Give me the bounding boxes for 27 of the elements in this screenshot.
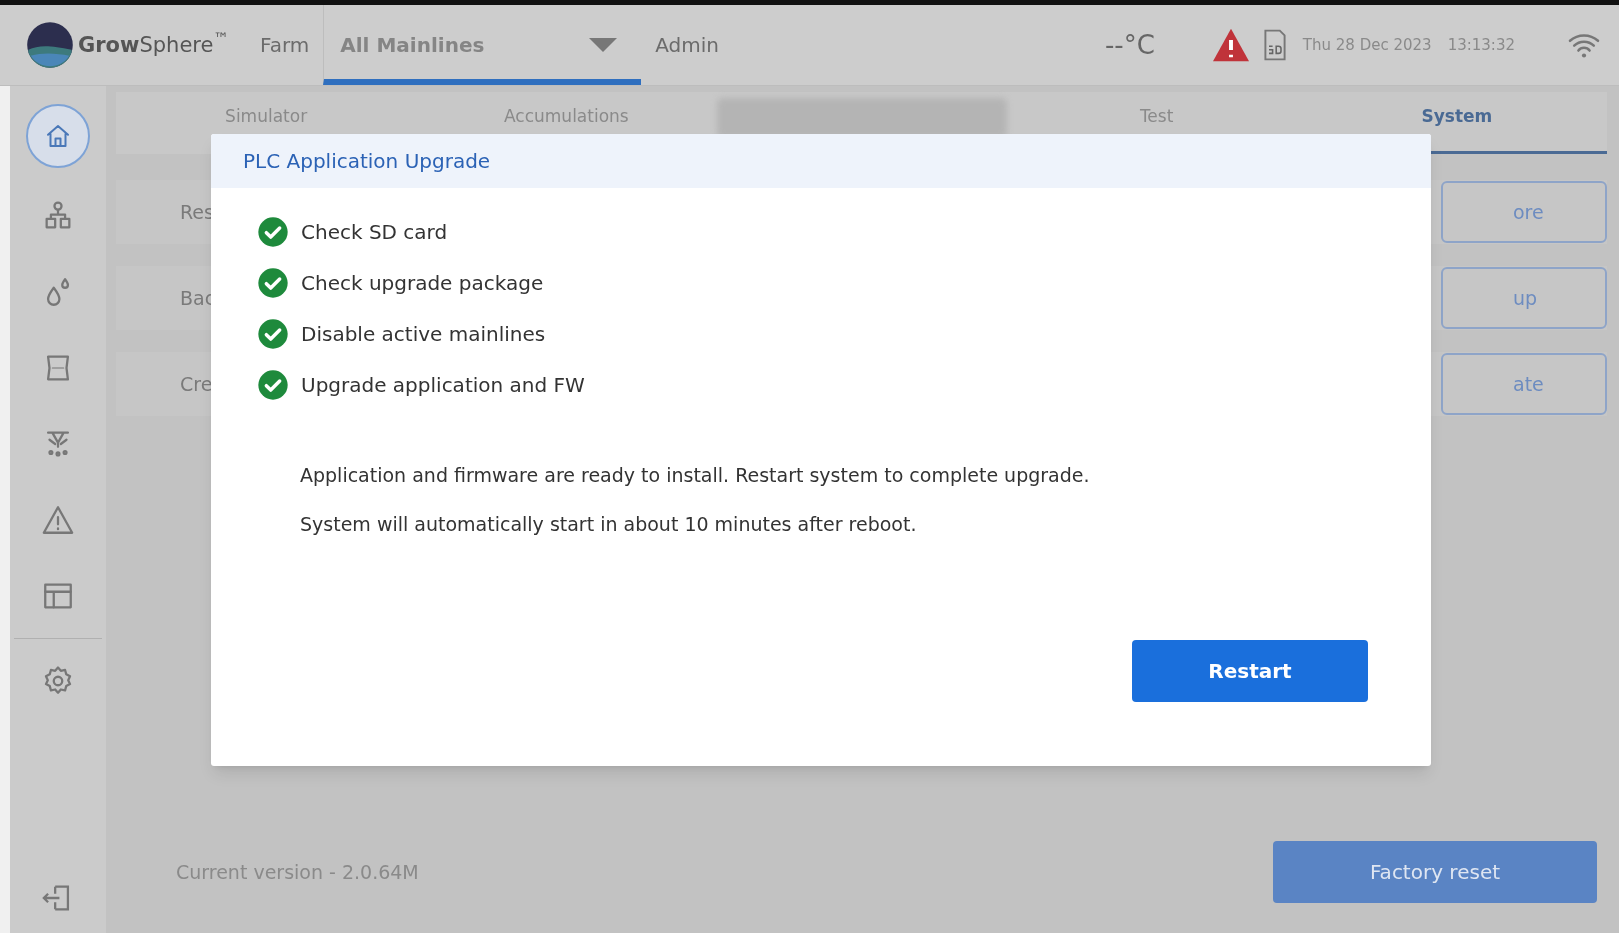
- brand-name: GrowSphere$^{™}$: [78, 34, 230, 56]
- tab[interactable]: Test: [1006, 92, 1307, 154]
- dialog-message: Application and firmware are ready to install. Restart system to complete upgrade.: [300, 463, 1091, 488]
- wifi-icon[interactable]: [1567, 31, 1601, 59]
- restart-button[interactable]: Restart: [1132, 640, 1368, 702]
- row-button[interactable]: ore: [1441, 181, 1607, 243]
- factory-reset-button[interactable]: Factory reset: [1273, 841, 1597, 903]
- row-button[interactable]: ate: [1441, 353, 1607, 415]
- row-button[interactable]: up: [1441, 267, 1607, 329]
- alert-icon[interactable]: [1210, 27, 1251, 63]
- nav-link[interactable]: Admin: [641, 5, 734, 85]
- row-label: Cre: [180, 371, 213, 397]
- version-text: Current version - 2.0.64M: [176, 859, 419, 885]
- caret-icon: [587, 38, 620, 52]
- time-text: 13:13:32: [1447, 34, 1515, 56]
- mainline-dropdown[interactable]: All Mainlines: [323, 5, 642, 85]
- step-label: Check upgrade package: [301, 270, 544, 297]
- date-text: Thu 28 Dec 2023: [1302, 34, 1432, 56]
- step-label: Disable active mainlines: [301, 321, 546, 348]
- nav-link[interactable]: Farm: [246, 5, 324, 85]
- dialog-message: System will automatically start in about 10 minutes after reboot.: [300, 511, 918, 537]
- sd-card-icon[interactable]: [1262, 29, 1287, 61]
- step-label: Upgrade application and FW: [301, 372, 585, 399]
- temperature-reading: --°C: [1104, 28, 1155, 62]
- step-label: Check SD card: [301, 219, 448, 246]
- globe-logo-icon: [26, 21, 74, 69]
- warning-icon: [41, 503, 75, 537]
